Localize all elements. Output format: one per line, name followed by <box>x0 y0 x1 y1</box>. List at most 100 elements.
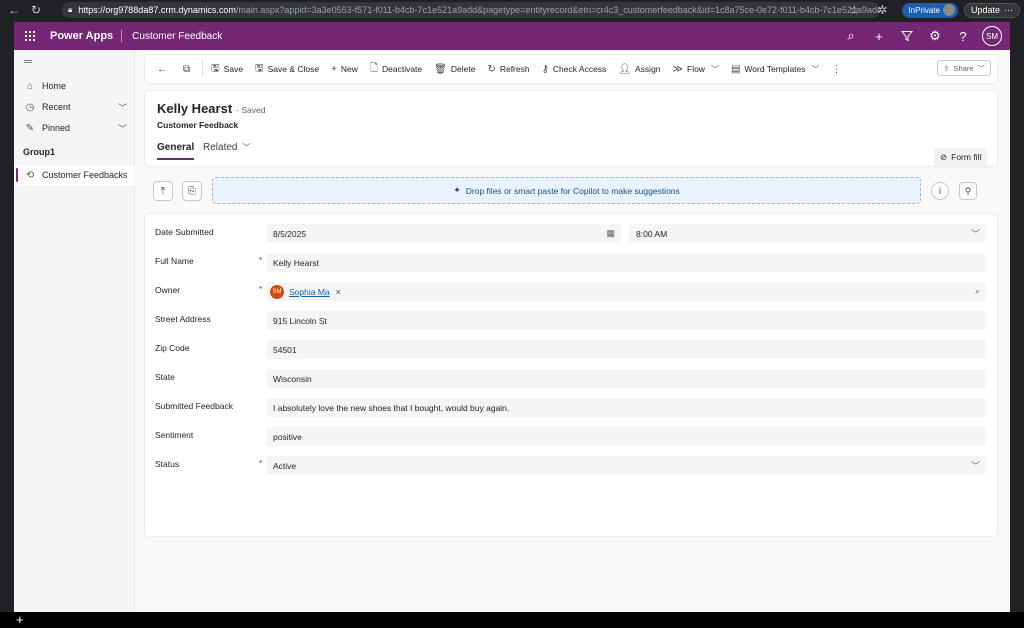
tab-related[interactable]: Related ﹀ <box>203 142 250 153</box>
new-button[interactable]: + New <box>325 57 364 81</box>
flow-button[interactable]: ≫ Flow ﹀ <box>667 57 725 81</box>
key-icon: ⚷ <box>541 63 549 75</box>
sidebar-item-label: Home <box>42 81 67 91</box>
field-owner: Owner * SM Sophia Ma × ⌕ <box>145 282 997 303</box>
more-commands-button[interactable]: ⋮ <box>826 57 852 81</box>
deactivate-button[interactable]: 🗋︎ Deactivate <box>364 57 428 81</box>
user-avatar[interactable]: SM <box>982 26 1002 46</box>
required-marker: * <box>259 459 263 468</box>
word-templates-button[interactable]: ▤ Word Templates ﹀ <box>725 57 826 81</box>
hamburger-icon[interactable]: ═ <box>24 56 32 68</box>
paste-icon: ⎘ <box>188 185 196 197</box>
upload-button[interactable]: ⤒ <box>153 181 173 201</box>
state-input[interactable]: Wisconsin <box>266 369 986 388</box>
date-input[interactable]: 8/5/2025 ▦ <box>266 224 621 243</box>
chevron-down-icon[interactable]: ﹀ <box>118 122 127 135</box>
sidebar-group-label: Group1 <box>23 147 56 157</box>
copilot-drop-zone[interactable]: ✦ Drop files or smart paste for Copilot … <box>212 177 921 204</box>
save-button[interactable]: 🖫︎ Save <box>205 57 249 81</box>
calendar-icon[interactable]: ▦ <box>606 228 615 239</box>
zip-code-input[interactable]: 54501 <box>266 340 986 359</box>
full-name-input[interactable]: Kelly Hearst <box>266 253 986 272</box>
check-access-button[interactable]: ⚷ Check Access <box>536 57 613 81</box>
remove-owner-icon[interactable]: × <box>336 287 341 297</box>
street-address-input[interactable]: 915 Lincoln St <box>266 311 986 330</box>
form-fill-button[interactable]: ⊘ Form fill <box>934 148 988 166</box>
plus-icon[interactable]: + <box>870 27 888 45</box>
delete-button[interactable]: 🗑︎ Delete <box>428 57 481 81</box>
record-save-status: - Saved <box>236 105 266 115</box>
time-select[interactable]: 8:00 AM ﹀ <box>629 224 986 243</box>
field-sentiment: Sentiment positive <box>145 427 997 448</box>
address-bar[interactable]: 🔒︎ https://org9788da87.crm.dynamics.com /… <box>62 2 880 18</box>
back-icon[interactable]: ← <box>6 2 22 18</box>
share-button[interactable]: ⇪ Share ﹀ <box>937 60 991 76</box>
save-close-button[interactable]: 🖫︎ Save & Close <box>249 57 325 81</box>
refresh-icon[interactable]: ↻ <box>28 2 44 18</box>
profile-avatar <box>942 4 955 16</box>
window-frame-left <box>0 20 14 612</box>
sidebar-item-label: Recent <box>42 102 71 112</box>
lock-icon[interactable]: 🔒︎ <box>68 5 72 15</box>
plus-icon: + <box>331 63 337 75</box>
record-title-row: Kelly Hearst - Saved <box>157 101 265 116</box>
field-label: Sentiment <box>155 430 194 440</box>
sidebar-item-home[interactable]: ⌂ Home <box>14 76 135 96</box>
url-path: /main.aspx?appid=3a3e0553-f571-f011-b4cb… <box>235 5 880 15</box>
search-icon[interactable]: ⌕ <box>975 286 980 297</box>
update-label: Update <box>970 5 1000 15</box>
back-button[interactable]: ← <box>151 57 177 81</box>
assign-label: Assign <box>635 64 661 74</box>
filter-icon[interactable] <box>898 27 916 45</box>
refresh-button[interactable]: ↻ Refresh <box>481 57 535 81</box>
record-entity-name: Customer Feedback <box>157 120 239 130</box>
arrow-left-icon: ← <box>157 63 167 75</box>
form-fill-label: Form fill <box>951 152 982 162</box>
app-name[interactable]: Power Apps <box>50 30 123 42</box>
open-new-window-button[interactable]: ⧉ <box>177 57 200 81</box>
sidebar-item-recent[interactable]: ◷ Recent ﹀ <box>14 97 135 117</box>
upload-icon: ⤒ <box>160 185 166 197</box>
plus-icon[interactable]: + <box>16 612 24 628</box>
help-icon[interactable]: ? <box>954 27 972 45</box>
assign-button[interactable]: 👤︎ Assign <box>612 57 666 81</box>
field-full-name: Full Name * Kelly Hearst <box>145 253 997 274</box>
flow-label: Flow <box>687 64 705 74</box>
copilot-settings-button[interactable]: ⚲ <box>959 182 977 200</box>
save-close-icon: 🖫︎ <box>255 62 264 74</box>
owner-link[interactable]: Sophia Ma <box>289 287 330 297</box>
search-icon[interactable]: ⌕ <box>842 27 860 45</box>
info-icon: i <box>939 186 941 196</box>
browser-toolbar: ← ↻ 🔒︎ https://org9788da87.crm.dynamics.… <box>0 0 1024 20</box>
star-icon[interactable]: ☆ <box>846 2 862 18</box>
clock-icon: ◷ <box>25 101 35 113</box>
app-launcher-icon[interactable] <box>16 22 44 50</box>
tab-general[interactable]: General <box>157 142 195 160</box>
field-status: Status * Active ﹀ <box>145 456 997 477</box>
command-bar: ← ⧉ 🖫︎ Save 🖫︎ Save & Close + New 🗋︎ Deactiv… <box>145 55 997 83</box>
status-select[interactable]: Active ﹀ <box>266 456 986 475</box>
field-street-address: Street Address 915 Lincoln St <box>145 311 997 332</box>
update-button[interactable]: Update ··· <box>963 2 1020 18</box>
submitted-feedback-input[interactable]: I absolutely love the new shoes that I b… <box>266 398 986 417</box>
paste-button[interactable]: ⎘ <box>182 181 202 201</box>
record-header: Kelly Hearst - Saved Customer Feedback Ge… <box>145 91 997 166</box>
chevron-down-icon[interactable]: ﹀ <box>118 101 127 114</box>
required-marker: * <box>259 256 263 265</box>
field-zip-code: Zip Code 54501 <box>145 340 997 361</box>
favorites-icon[interactable]: ✲ <box>874 2 890 18</box>
sidebar-item-customer-feedbacks[interactable]: ⟲ Customer Feedbacks <box>14 165 135 185</box>
inprivate-badge[interactable]: InPrivate <box>902 2 958 18</box>
owner-lookup[interactable]: SM Sophia Ma × ⌕ <box>266 282 986 301</box>
sidebar-item-pinned[interactable]: ✎ Pinned ﹀ <box>14 118 135 138</box>
settings-icon[interactable]: ⚙ <box>926 27 944 45</box>
required-marker: * <box>259 285 263 294</box>
app-module-name[interactable]: Customer Feedback <box>132 31 222 42</box>
word-templates-label: Word Templates <box>744 64 806 74</box>
field-submitted-feedback: Submitted Feedback I absolutely love the… <box>145 398 997 419</box>
info-button[interactable]: i <box>931 182 949 200</box>
new-label: New <box>340 64 358 74</box>
street-address-value: 915 Lincoln St <box>273 315 327 326</box>
field-label: Full Name <box>155 256 194 266</box>
sentiment-input[interactable]: positive <box>266 427 986 446</box>
